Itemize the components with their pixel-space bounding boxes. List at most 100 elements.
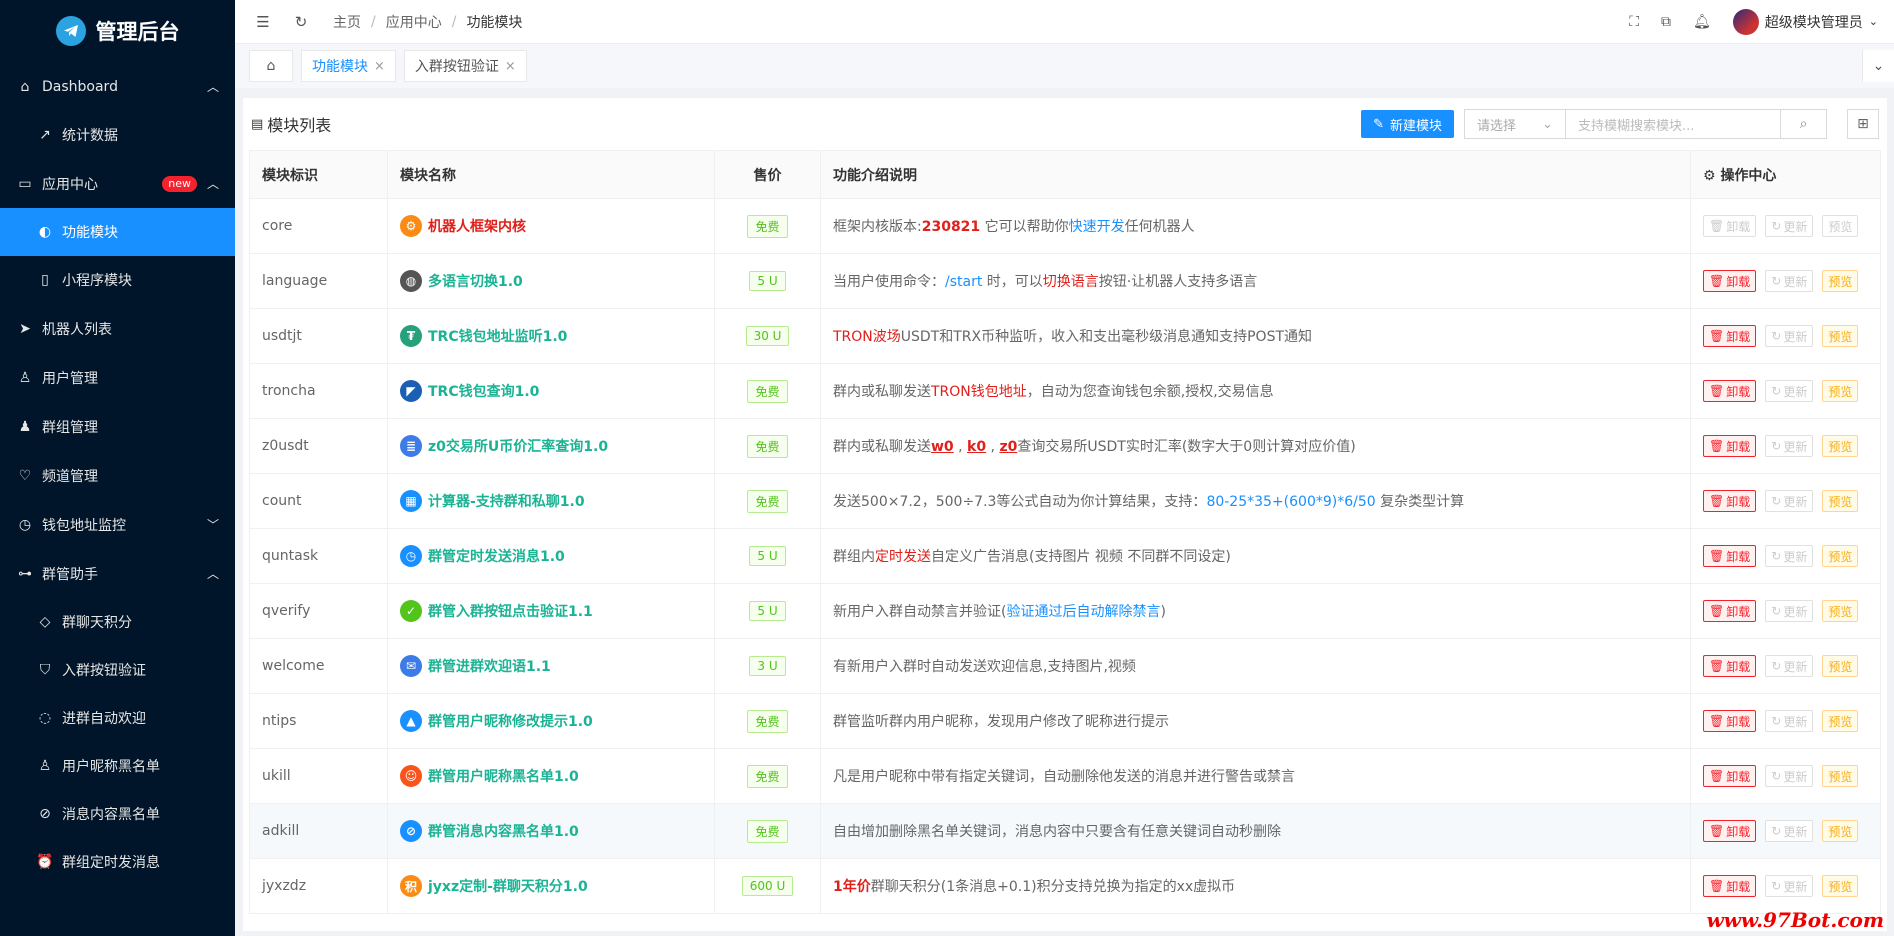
avatar bbox=[1732, 8, 1759, 35]
module-name[interactable]: ✓ 群管入群按钮点击验证1.1 bbox=[400, 600, 702, 622]
new-module-button[interactable]: ✎ 新建模块 bbox=[1361, 110, 1454, 138]
preview-button[interactable]: 预览 bbox=[1822, 380, 1859, 402]
sidebar-item[interactable]: ▯ 小程序模块 bbox=[0, 256, 235, 304]
chevron-down-icon: ⌄ bbox=[1868, 15, 1878, 28]
uninstall-button[interactable]: 🗑︎ 卸载 bbox=[1703, 270, 1757, 292]
preview-button[interactable]: 预览 bbox=[1822, 270, 1859, 292]
user-menu[interactable]: 超级模块管理员 ⌄ bbox=[1732, 8, 1878, 35]
module-name[interactable]: ◷ 群管定时发送消息1.0 bbox=[400, 545, 702, 567]
update-button[interactable]: ↻ 更新 bbox=[1765, 655, 1814, 677]
uninstall-button[interactable]: 🗑︎ 卸载 bbox=[1703, 435, 1757, 457]
update-button[interactable]: ↻ 更新 bbox=[1765, 270, 1814, 292]
update-button[interactable]: ↻ 更新 bbox=[1765, 765, 1814, 787]
update-button[interactable]: ↻ 更新 bbox=[1765, 710, 1814, 732]
category-select[interactable]: 请选择 ⌄ bbox=[1464, 109, 1566, 139]
sidebar-item[interactable]: ⏰ 群组定时发消息 bbox=[0, 838, 235, 886]
update-button[interactable]: ↻ 更新 bbox=[1765, 215, 1814, 237]
uninstall-button[interactable]: 🗑︎ 卸载 bbox=[1703, 490, 1757, 512]
refresh-icon[interactable]: ↻ bbox=[289, 10, 313, 34]
preview-button[interactable]: 预览 bbox=[1822, 490, 1859, 512]
tab-feature-modules[interactable]: 功能模块 × bbox=[301, 50, 396, 82]
preview-button[interactable]: 预览 bbox=[1822, 600, 1859, 622]
module-name[interactable]: ≣ z0交易所U币价汇率查询1.0 bbox=[400, 435, 702, 457]
preview-button[interactable]: 预览 bbox=[1822, 875, 1859, 897]
sidebar-item[interactable]: ♟ 群组管理 bbox=[0, 402, 235, 451]
module-name[interactable]: ◤ TRC钱包查询1.0 bbox=[400, 380, 702, 402]
module-name[interactable]: 积 jyxz定制-群聊天积分1.0 bbox=[400, 875, 702, 897]
column-settings-button[interactable]: ⊞ bbox=[1847, 109, 1879, 139]
chevron-up-icon: ︿ bbox=[206, 177, 219, 191]
module-name[interactable]: ☺ 群管用户昵称黑名单1.0 bbox=[400, 765, 702, 787]
module-id-cell: usdtjt bbox=[249, 308, 388, 364]
preview-button[interactable]: 预览 bbox=[1822, 655, 1859, 677]
update-button[interactable]: ↻ 更新 bbox=[1765, 545, 1814, 567]
update-button-label: 更新 bbox=[1783, 274, 1808, 289]
breadcrumb-home[interactable]: 主页 bbox=[333, 12, 361, 32]
fullscreen-icon[interactable]: ⛶ bbox=[1629, 14, 1639, 30]
uninstall-button[interactable]: 🗑︎ 卸载 bbox=[1703, 875, 1757, 897]
close-icon[interactable]: × bbox=[505, 59, 516, 74]
module-name[interactable]: ▦ 计算器-支持群和私聊1.0 bbox=[400, 490, 702, 512]
collapse-menu-icon[interactable]: ☰ bbox=[251, 10, 275, 34]
uninstall-button[interactable]: 🗑︎ 卸载 bbox=[1703, 655, 1757, 677]
tab-join-verify[interactable]: 入群按钮验证 × bbox=[403, 50, 527, 82]
close-icon[interactable]: × bbox=[374, 59, 385, 74]
breadcrumb-app-center[interactable]: 应用中心 bbox=[386, 12, 442, 32]
sidebar-item[interactable]: ♡ 频道管理 bbox=[0, 451, 235, 500]
chevron-down-icon: ⌄ bbox=[1542, 116, 1553, 132]
sidebar-item[interactable]: ⊘ 消息内容黑名单 bbox=[0, 790, 235, 838]
uninstall-button[interactable]: 🗑︎ 卸载 bbox=[1703, 820, 1757, 842]
uninstall-button[interactable]: 🗑︎ 卸载 bbox=[1703, 545, 1757, 567]
translate-icon[interactable]: ⧉ bbox=[1661, 14, 1671, 30]
update-button[interactable]: ↻ 更新 bbox=[1765, 820, 1814, 842]
search-input[interactable]: 支持模糊搜索模块... bbox=[1566, 109, 1781, 139]
sidebar-item[interactable]: ⌂ Dashboard ︿ bbox=[0, 62, 235, 111]
tabs-dropdown[interactable]: ⌄ bbox=[1862, 50, 1894, 82]
sidebar-item[interactable]: ◐ 功能模块 bbox=[0, 208, 235, 256]
preview-button[interactable]: 预览 bbox=[1822, 215, 1859, 237]
user-name: 超级模块管理员 bbox=[1764, 14, 1863, 31]
sidebar-item[interactable]: ♙ 用户昵称黑名单 bbox=[0, 742, 235, 790]
update-button[interactable]: ↻ 更新 bbox=[1765, 325, 1814, 347]
actions-cell: 🗑︎ 卸载 ↻ 更新 预览 bbox=[1690, 638, 1881, 694]
sidebar-item[interactable]: ⊶ 群管助手 ︿ bbox=[0, 549, 235, 598]
price-badge: 30 U bbox=[745, 326, 790, 346]
preview-button[interactable]: 预览 bbox=[1822, 765, 1859, 787]
description-cell: 群组内定时发送自定义广告消息(支持图片 视频 不同群不同设定) bbox=[820, 528, 1691, 584]
preview-button[interactable]: 预览 bbox=[1822, 545, 1859, 567]
update-button[interactable]: ↻ 更新 bbox=[1765, 490, 1814, 512]
sidebar-item[interactable]: ▭ 应用中心 new ︿ bbox=[0, 159, 235, 208]
search-button[interactable]: ⌕ bbox=[1781, 109, 1827, 139]
uninstall-button[interactable]: 🗑︎ 卸载 bbox=[1703, 710, 1757, 732]
app-logo[interactable]: 管理后台 bbox=[0, 0, 235, 62]
tab-home[interactable]: ⌂ bbox=[249, 50, 293, 82]
update-button[interactable]: ↻ 更新 bbox=[1765, 435, 1814, 457]
sidebar-item[interactable]: ↗ 统计数据 bbox=[0, 111, 235, 159]
bell-icon[interactable]: 🔔︎ bbox=[1693, 14, 1711, 30]
update-button[interactable]: ↻ 更新 bbox=[1765, 875, 1814, 897]
module-name[interactable]: ◍ 多语言切换1.0 bbox=[400, 270, 702, 292]
uninstall-button[interactable]: 🗑︎ 卸载 bbox=[1703, 215, 1757, 237]
uninstall-button[interactable]: 🗑︎ 卸载 bbox=[1703, 765, 1757, 787]
preview-button[interactable]: 预览 bbox=[1822, 710, 1859, 732]
sidebar-item[interactable]: ➤ 机器人列表 bbox=[0, 304, 235, 353]
module-name[interactable]: ⊘ 群管消息内容黑名单1.0 bbox=[400, 820, 702, 842]
sidebar-item[interactable]: ◌ 进群自动欢迎 bbox=[0, 694, 235, 742]
sidebar-item[interactable]: ♙ 用户管理 bbox=[0, 353, 235, 402]
uninstall-button[interactable]: 🗑︎ 卸载 bbox=[1703, 325, 1757, 347]
module-name[interactable]: ⚙ 机器人框架内核 bbox=[400, 215, 702, 237]
uninstall-button[interactable]: 🗑︎ 卸载 bbox=[1703, 380, 1757, 402]
module-name[interactable]: ₮ TRC钱包地址监听1.0 bbox=[400, 325, 702, 347]
uninstall-button[interactable]: 🗑︎ 卸载 bbox=[1703, 600, 1757, 622]
preview-button[interactable]: 预览 bbox=[1822, 820, 1859, 842]
sidebar-item[interactable]: ⛉ 入群按钮验证 bbox=[0, 646, 235, 694]
update-button[interactable]: ↻ 更新 bbox=[1765, 600, 1814, 622]
module-name[interactable]: ▲ 群管用户昵称修改提示1.0 bbox=[400, 710, 702, 732]
sidebar-item[interactable]: ◷ 钱包地址监控 ﹀ bbox=[0, 500, 235, 549]
update-button[interactable]: ↻ 更新 bbox=[1765, 380, 1814, 402]
module-name[interactable]: ✉ 群管进群欢迎语1.1 bbox=[400, 655, 702, 677]
description-segment: 切换语言 bbox=[1042, 274, 1099, 290]
preview-button[interactable]: 预览 bbox=[1822, 435, 1859, 457]
preview-button[interactable]: 预览 bbox=[1822, 325, 1859, 347]
sidebar-item[interactable]: ◇ 群聊天积分 bbox=[0, 598, 235, 646]
